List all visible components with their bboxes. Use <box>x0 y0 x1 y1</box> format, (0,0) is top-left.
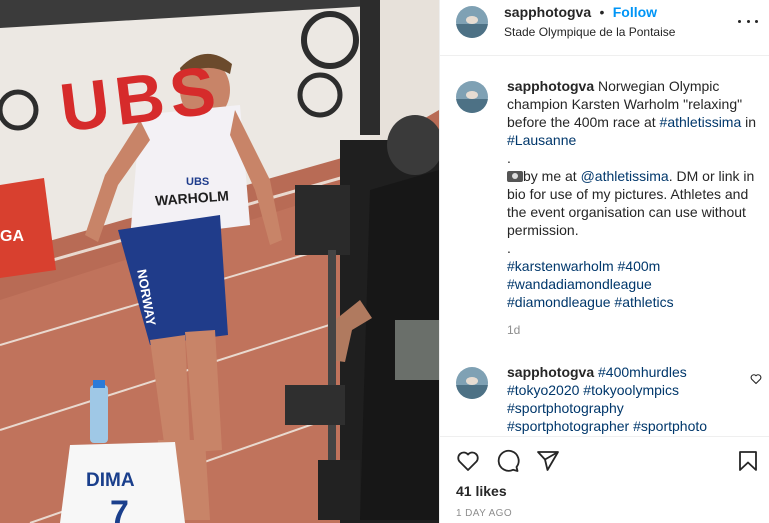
avatar[interactable] <box>456 81 488 113</box>
bib-brand: UBS <box>186 176 210 188</box>
caption-dot: . <box>507 150 511 166</box>
caption-username[interactable]: sapphotogva <box>507 78 594 94</box>
actions-bar: 41 likes 1 DAY AGO <box>440 436 769 523</box>
hashtag-link[interactable]: #Lausanne <box>507 132 576 148</box>
avatar-wave <box>456 24 488 38</box>
heart-icon[interactable] <box>456 449 480 473</box>
avatar-wave <box>456 385 488 399</box>
post-header: sapphotogva • Follow Stade Olympique de … <box>440 0 769 56</box>
post-timestamp[interactable]: 1 DAY AGO <box>456 508 512 519</box>
comment-like-heart-icon[interactable] <box>750 373 762 385</box>
caption-dot: . <box>507 240 511 256</box>
sponsor-barrier-text: GA <box>0 228 24 245</box>
avatar[interactable] <box>456 6 488 38</box>
avatar-wave <box>456 99 488 113</box>
comment-icon[interactable] <box>496 449 520 473</box>
caption-text-part: by me at <box>523 168 581 184</box>
mention-link[interactable]: @athletissima <box>581 168 669 184</box>
avatar-figure <box>466 377 478 385</box>
more-options-icon[interactable] <box>738 14 758 28</box>
caption-text: sapphotogva Norwegian Olympic champion K… <box>507 77 767 339</box>
avatar-figure <box>466 91 478 99</box>
hashtag-link[interactable]: #athletissima <box>660 114 742 130</box>
comments-area[interactable]: sapphotogva Norwegian Olympic champion K… <box>440 57 769 436</box>
share-icon[interactable] <box>536 449 560 473</box>
bookmark-icon[interactable] <box>736 449 760 473</box>
hashtag-link[interactable]: #diamondleague <box>507 294 611 310</box>
hashtag-link[interactable]: #karstenwarholm <box>507 258 614 274</box>
header-line: sapphotogva • Follow <box>504 4 657 22</box>
instagram-post: UBS GA UBS WARHOLM NORWAY DIMA 7 sapphot… <box>0 0 769 523</box>
hashtag-link[interactable]: #tokyo2020 <box>507 382 579 398</box>
dot-separator: • <box>595 4 609 20</box>
caption-credit: by me at @athletissima. DM or link in bi… <box>507 167 767 239</box>
hashtag-link[interactable]: #tokyoolympics <box>583 382 679 398</box>
follow-button[interactable]: Follow <box>613 4 657 20</box>
hashtag-link[interactable]: #wandadiamondleague <box>507 276 652 292</box>
hashtag-link[interactable]: #400m <box>618 258 661 274</box>
avatar-figure <box>466 16 478 24</box>
post-side-panel: sapphotogva • Follow Stade Olympique de … <box>439 0 769 523</box>
location-link[interactable]: Stade Olympique de la Pontaise <box>504 25 675 39</box>
post-photo[interactable]: UBS GA UBS WARHOLM NORWAY DIMA 7 <box>0 0 439 523</box>
camera-icon <box>507 171 523 182</box>
comment-text: sapphotogva #400mhurdles #tokyo2020 #tok… <box>507 363 743 435</box>
hashtag-link[interactable]: #sportphoto <box>633 418 707 434</box>
comment-username[interactable]: sapphotogva <box>507 364 594 380</box>
caption-time[interactable]: 1d <box>507 321 767 339</box>
likes-count[interactable]: 41 likes <box>456 483 507 499</box>
starting-block-brand: DIMA <box>86 470 135 491</box>
hashtag-link[interactable]: #sportphotography <box>507 400 624 416</box>
hashtag-link[interactable]: #400mhurdles <box>598 364 687 380</box>
caption-text-part: in <box>741 114 757 130</box>
starting-block-lane: 7 <box>110 494 129 523</box>
caption-hashtags: #karstenwarholm #400m #wandadiamondleagu… <box>507 257 767 311</box>
hashtag-link[interactable]: #athletics <box>614 294 673 310</box>
hashtag-link[interactable]: #sportphotographer <box>507 418 629 434</box>
header-username[interactable]: sapphotogva <box>504 4 591 20</box>
avatar[interactable] <box>456 367 488 399</box>
